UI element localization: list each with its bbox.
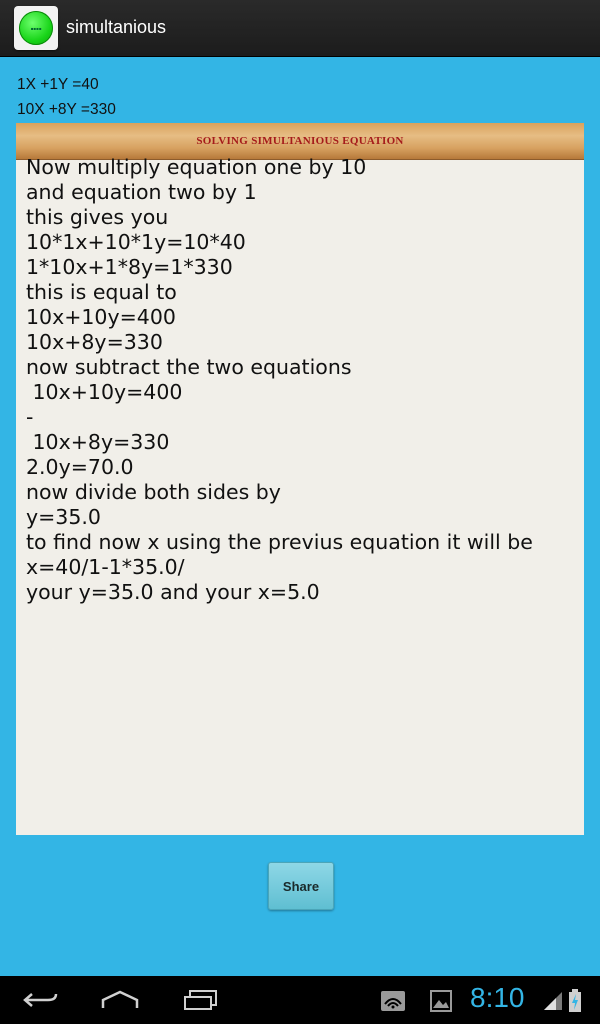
equation-two: 10X +8Y =330 [17,101,116,118]
clock: 8:10 [470,982,525,1013]
solution-line: and equation two by 1 [26,180,257,204]
solution-line: 10x+10y=400 [26,305,176,329]
solution-line: y=35.0 [26,505,101,529]
navigation-bar: 8:10 [0,976,600,1024]
green-dot-icon: ▪▪▪▪ [19,11,53,45]
home-icon[interactable] [100,988,140,1012]
app-title: simultanious [66,17,167,37]
signal-icon [544,992,562,1010]
solution-line: 10x+8y=330 [26,430,170,454]
solution-text: Now multiply equation one by 10 and equa… [26,155,582,605]
solution-line: 10x+10y=400 [26,380,183,404]
battery-charging-icon [569,989,581,1012]
solution-line: 2.0y=70.0 [26,455,134,479]
solution-panel: SOLVING SIMULTANIOUS EQUATION Now multip… [16,123,584,835]
app-icon[interactable]: ▪▪▪▪ [14,6,58,50]
solution-line: 10*1x+10*1y=10*40 [26,230,246,254]
solution-line: this is equal to [26,280,177,304]
notification-icon [381,991,405,1011]
solution-line: - [26,405,34,429]
solution-line: Now multiply equation one by 10 [26,155,367,179]
solution-line: 1*10x+1*8y=1*330 [26,255,233,279]
back-icon[interactable] [22,988,60,1012]
solution-line: x=40/1-1*35.0/ [26,555,185,579]
banner-title: SOLVING SIMULTANIOUS EQUATION [196,135,404,147]
share-button[interactable]: Share [268,862,334,910]
equation-one: 1X +1Y =40 [17,76,99,93]
recent-apps-icon[interactable] [182,988,220,1012]
solution-line: now subtract the two equations [26,355,352,379]
action-bar: ▪▪▪▪ simultanious [0,0,600,57]
solution-line: 10x+8y=330 [26,330,163,354]
solution-line: this gives you [26,205,169,229]
solution-line: now divide both sides by [26,480,281,504]
solution-line: to find now x using the previus equation… [26,530,533,554]
solution-line: your y=35.0 and your x=5.0 [26,580,320,604]
gallery-icon [430,990,452,1012]
